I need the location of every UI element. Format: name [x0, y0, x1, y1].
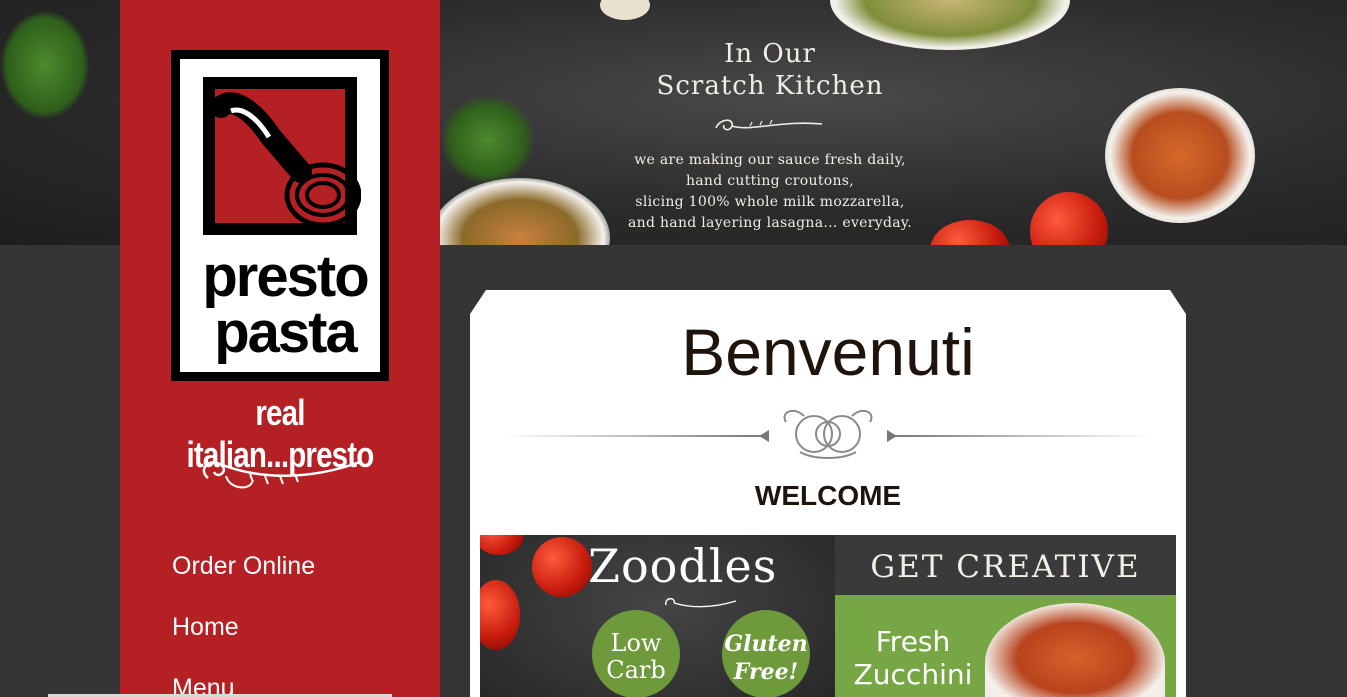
- hero-text-block: In Our Scratch Kitchen we are making our…: [560, 38, 980, 234]
- fresh-line2: Zucchini: [853, 658, 973, 691]
- welcome-heading: WELCOME: [754, 480, 902, 511]
- page: In Our Scratch Kitchen we are making our…: [0, 0, 1347, 697]
- badge-gf-line1: Gluten: [724, 631, 808, 657]
- content-card: Benvenuti WELCOME Zoodles Low Carb Glute…: [470, 290, 1186, 697]
- badge-low-line2: Carb: [606, 656, 666, 684]
- nav-item-home[interactable]: Home: [172, 597, 315, 658]
- hero-body-line: and hand layering lasagna... everyday.: [628, 215, 912, 231]
- hero-body-line: we are making our sauce fresh daily,: [634, 152, 906, 168]
- main-nav: Order Online Home Menu: [172, 536, 315, 697]
- nav-item-menu[interactable]: Menu: [172, 658, 315, 697]
- garlic-decoration: [600, 0, 650, 20]
- basil-leaves-decoration: [440, 95, 535, 185]
- hero-title-line1: In Our: [724, 39, 816, 69]
- logo-word-presto: presto: [202, 244, 369, 309]
- tomato-decoration: [480, 580, 520, 650]
- basil-leaves-decoration: [0, 10, 90, 120]
- low-carb-badge: Low Carb: [592, 610, 680, 697]
- logo-fork-panel: [203, 77, 361, 235]
- presto-pasta-logo[interactable]: presto pasta: [171, 50, 389, 381]
- tomato-decoration: [1030, 192, 1108, 245]
- fresh-line1: Fresh: [875, 625, 951, 658]
- zoodle-bowl-image: [985, 603, 1165, 697]
- tomato-decoration: [480, 535, 524, 555]
- promo-right-headline: GET CREATIVE: [870, 549, 1141, 585]
- swirl-ornament-icon: [715, 119, 823, 131]
- badge-gf-line2: Free!: [733, 659, 799, 685]
- ornamental-divider-icon: [504, 409, 1152, 459]
- tomato-decoration: [532, 537, 592, 597]
- zoodles-promo-banner[interactable]: Zoodles Low Carb Gluten Free! GET CREATI…: [480, 535, 1176, 697]
- hero-body-line: hand cutting croutons,: [685, 173, 855, 189]
- hero-body-line: slicing 100% whole milk mozzarella,: [635, 194, 905, 210]
- swirl-ornament-icon: [202, 460, 361, 489]
- promo-right-panel: GET CREATIVE Fresh Zucchini: [835, 535, 1176, 697]
- badge-low-line1: Low: [610, 629, 662, 657]
- fresh-zucchini-text: Fresh Zucchini: [843, 625, 983, 691]
- pasta-bowl-decoration: [1105, 88, 1255, 223]
- gluten-free-badge: Gluten Free!: [722, 610, 810, 697]
- nav-item-order-online[interactable]: Order Online: [172, 536, 315, 597]
- fork-pasta-icon: [211, 92, 361, 228]
- fresh-zucchini-panel: Fresh Zucchini: [835, 595, 1176, 697]
- promo-headline: Zoodles: [588, 539, 778, 593]
- promo-left-panel: Zoodles Low Carb Gluten Free!: [480, 535, 835, 697]
- hero-title-line2: Scratch Kitchen: [656, 71, 884, 101]
- logo-inner-panel: presto pasta: [180, 59, 380, 372]
- sidebar: presto pasta real italian...presto Order…: [120, 0, 440, 697]
- logo-word-pasta: pasta: [214, 300, 358, 365]
- logo-red-square: [211, 89, 361, 228]
- page-title: Benvenuti: [681, 315, 975, 389]
- swirl-ornament-icon: [665, 598, 737, 608]
